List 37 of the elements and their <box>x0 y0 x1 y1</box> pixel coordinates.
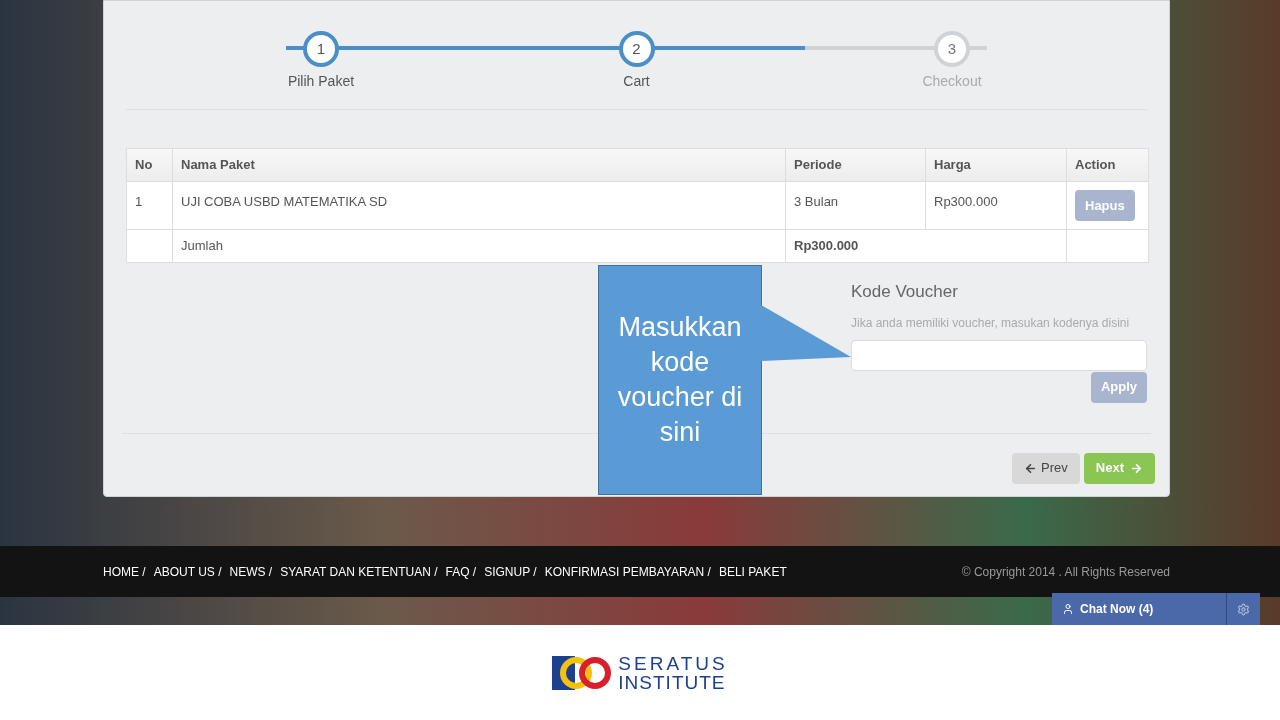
footer-link[interactable]: HOME / <box>103 562 146 581</box>
footer-link[interactable]: SYARAT DAN KETENTUAN / <box>280 562 438 581</box>
table-cell: 3 Bulan <box>785 181 926 230</box>
voucher-help: Jika anda memiliki voucher, masukan kodenya disini <box>851 314 1131 332</box>
column-header: Action <box>1066 148 1149 182</box>
step-label: Pilih Paket <box>287 72 355 91</box>
voucher-title: Kode Voucher <box>851 281 959 303</box>
user-icon <box>1062 603 1074 615</box>
footer-link[interactable]: BELI PAKET <box>718 562 787 581</box>
footer-link[interactable]: FAQ / <box>445 562 477 581</box>
footer-link[interactable]: KONFIRMASI PEMBAYARAN / <box>544 562 711 581</box>
table-cell: Rp300.000 <box>785 229 1067 263</box>
prev-button[interactable]: Prev <box>1012 452 1080 484</box>
column-header: Periode <box>785 148 926 182</box>
voucher-input-field[interactable] <box>851 339 1147 371</box>
table-cell: Rp300.000 <box>925 181 1067 230</box>
callout: Masukkan kode voucher di sini <box>598 265 762 495</box>
footer-link[interactable]: ABOUT US / <box>153 562 222 581</box>
logo-text: INSTITUTE <box>618 673 727 692</box>
step-label: Checkout <box>922 72 982 91</box>
settings-icon <box>1237 602 1250 616</box>
logo-text: SERATUS <box>618 654 728 673</box>
footer-link[interactable]: NEWS / <box>229 562 273 581</box>
column-header: No <box>126 148 173 182</box>
arrow-right-icon <box>1130 461 1143 475</box>
settings-button[interactable] <box>1226 593 1260 625</box>
chat-button[interactable]: Chat Now (4) <box>1052 593 1226 625</box>
column-header: Harga <box>925 148 1067 182</box>
table-cell: 1 <box>126 181 173 230</box>
table-cell: Jumlah <box>172 229 786 263</box>
footer-link[interactable]: SIGNUP / <box>484 562 537 581</box>
table-cell: UJI COBA USBD MATEMATIKA SD <box>172 181 786 230</box>
arrow-left-icon <box>1024 461 1038 475</box>
logo-icon <box>552 655 613 691</box>
column-header: Nama Paket <box>172 148 786 182</box>
step-label: Cart <box>623 72 650 91</box>
copyright-text: © Copyright 2014 . All Rights Reserved <box>961 563 1170 581</box>
